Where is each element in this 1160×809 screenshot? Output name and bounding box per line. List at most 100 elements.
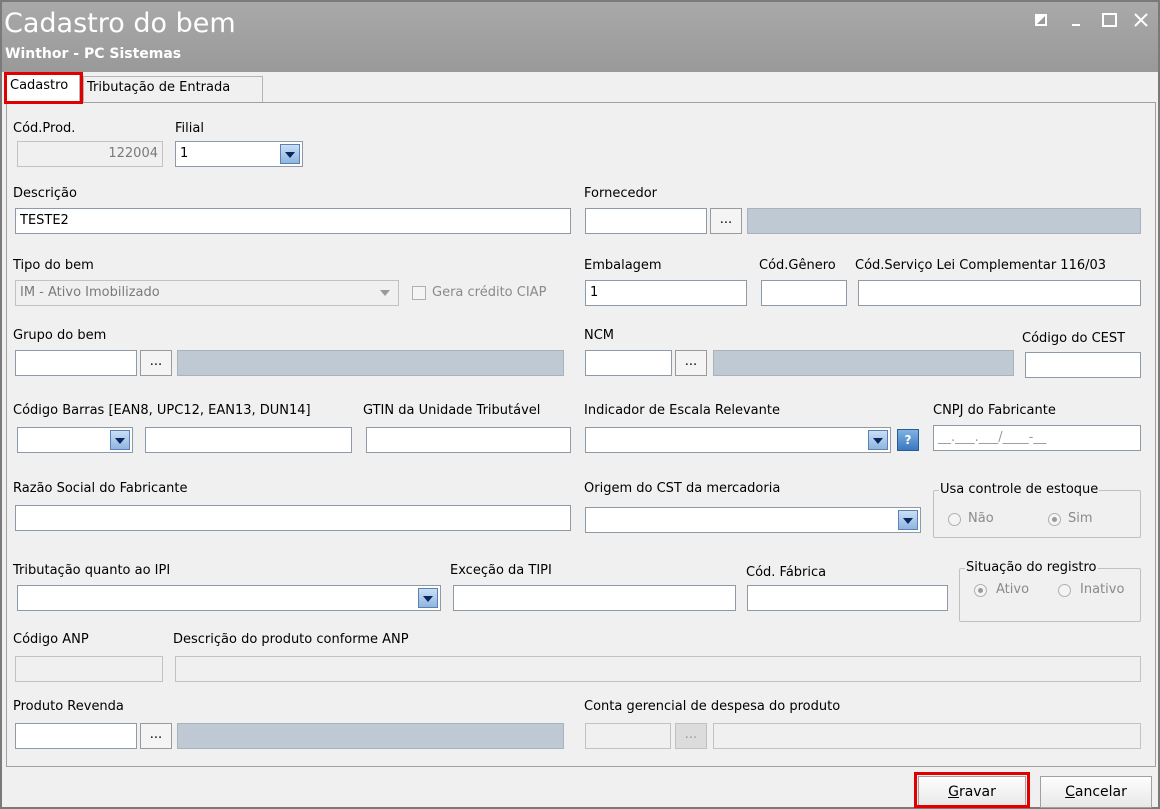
window-title: Cadastro do bem [4,8,236,39]
gravar-label-rest: ravar [958,784,996,800]
origem-cst-label: Origem do CST da mercadoria [584,481,781,496]
gera-credito-label: Gera crédito CIAP [432,285,547,300]
cnpj-fabricante-label: CNPJ do Fabricante [933,403,1056,418]
descricao-input[interactable]: TESTE2 [15,208,571,234]
fornecedor-search-button[interactable]: ... [710,208,742,234]
ncm-description-display [713,350,1014,376]
cod-fabrica-label: Cód. Fábrica [746,565,827,580]
descricao-label: Descrição [13,186,77,201]
title-bar: Cadastro do bem Winthor - PC Sistemas [2,2,1158,72]
cnpj-fabricante-input[interactable]: __.___.___/____-__ [933,425,1141,451]
tab-tributacao-entrada[interactable]: Tributação de Entrada [83,76,263,103]
embalagem-input[interactable]: 1 [585,280,747,306]
ncm-code-input[interactable] [585,350,672,376]
cod-fabrica-input[interactable] [747,585,948,611]
grupo-bem-name-display [177,350,564,376]
embalagem-label: Embalagem [584,258,662,273]
controle-estoque-sim-radio[interactable] [1048,513,1061,526]
cod-servico-label: Cód.Serviço Lei Complementar 116/03 [855,258,1107,273]
origem-cst-select[interactable] [585,507,921,533]
cest-input[interactable] [1025,352,1141,378]
gtin-label: GTIN da Unidade Tributável [363,403,541,418]
situacao-ativo-radio[interactable] [974,584,987,597]
situacao-registro-legend: Situação do registro [965,560,1098,575]
situacao-registro-group: Situação do registro Ativo Inativo [959,560,1141,622]
fornecedor-name-display [747,208,1141,234]
tab-cadastro-label: Cadastro [10,78,69,93]
close-icon[interactable] [1132,12,1150,30]
excecao-tipi-input[interactable] [453,585,736,611]
razao-social-input[interactable] [15,505,571,531]
conta-gerencial-label: Conta gerencial de despesa do produto [584,699,841,714]
codigo-anp-field [15,656,163,682]
tipo-bem-value: IM - Ativo Imobilizado [20,285,160,300]
tipo-bem-select: IM - Ativo Imobilizado [15,280,399,306]
trib-ipi-dropdown-arrow-icon[interactable] [418,588,438,608]
codigo-barras-dropdown-arrow-icon[interactable] [110,430,130,450]
tipo-bem-dropdown-arrow-icon [376,283,396,303]
cadastro-window: Cadastro do bem Winthor - PC Sistemas Ca… [0,0,1160,809]
origem-cst-dropdown-arrow-icon[interactable] [898,510,918,530]
cod-servico-input[interactable] [858,280,1141,306]
tab-cadastro[interactable]: Cadastro [6,74,80,103]
controle-estoque-nao-label: Não [968,511,994,526]
cest-label: Código do CEST [1022,331,1126,346]
produto-revenda-code-input[interactable] [15,723,137,749]
trib-ipi-label: Tributação quanto ao IPI [13,563,171,578]
situacao-inativo-radio[interactable] [1058,584,1071,597]
escala-relevante-label: Indicador de Escala Relevante [584,403,780,418]
escala-relevante-select[interactable] [585,427,891,453]
cancelar-button[interactable]: Cancelar [1040,776,1152,808]
excecao-tipi-label: Exceção da TIPI [450,563,552,578]
filial-select[interactable]: 1 [175,141,303,167]
controle-estoque-nao-radio[interactable] [948,513,961,526]
gravar-button[interactable]: Gravar [918,776,1026,808]
window-subtitle: Winthor - PC Sistemas [5,46,182,62]
grupo-bem-code-input[interactable] [15,350,137,376]
ncm-search-button[interactable]: ... [675,350,707,376]
ncm-label: NCM [584,328,615,343]
help-icon[interactable]: ? [897,429,919,451]
filial-label: Filial [175,121,204,136]
gravar-hotkey: G [948,784,959,800]
conta-gerencial-code-field [585,723,671,749]
controle-estoque-legend: Usa controle de estoque [939,482,1100,497]
fornecedor-code-input[interactable] [585,208,707,234]
tab-tributacao-label: Tributação de Entrada [87,80,231,95]
cod-genero-label: Cód.Gênero [759,258,836,273]
tab-page-cadastro: Cód.Prod. 122004 Filial 1 Descrição TEST… [6,102,1156,767]
codigo-anp-label: Código ANP [13,632,89,647]
controle-estoque-group: Usa controle de estoque Não Sim [933,482,1141,538]
cod-prod-label: Cód.Prod. [13,121,76,136]
grupo-bem-search-button[interactable]: ... [140,350,172,376]
produto-revenda-label: Produto Revenda [13,699,124,714]
produto-revenda-search-button[interactable]: ... [140,723,172,749]
situacao-ativo-label: Ativo [996,582,1030,597]
codigo-barras-input[interactable] [145,427,352,453]
grupo-bem-label: Grupo do bem [13,328,107,343]
produto-revenda-name-display [177,723,564,749]
cancelar-label-rest: ancelar [1074,784,1127,800]
descricao-anp-field [175,656,1141,682]
controle-estoque-sim-label: Sim [1068,511,1093,526]
filial-dropdown-arrow-icon[interactable] [280,144,300,164]
codigo-barras-label: Código Barras [EAN8, UPC12, EAN13, DUN14… [13,403,311,418]
gtin-input[interactable] [366,427,571,453]
codigo-barras-type-select[interactable] [17,427,133,453]
cod-genero-input[interactable] [761,280,847,306]
trib-ipi-select[interactable] [17,585,441,611]
cod-prod-field: 122004 [17,141,163,167]
tipo-bem-label: Tipo do bem [13,258,94,273]
conta-gerencial-search-button: ... [675,723,707,749]
escala-relevante-dropdown-arrow-icon[interactable] [868,430,888,450]
fornecedor-label: Fornecedor [584,186,658,201]
razao-social-label: Razão Social do Fabricante [13,481,188,496]
conta-gerencial-name-display [713,723,1141,749]
restore-icon[interactable] [1032,12,1050,30]
cancelar-hotkey: C [1065,784,1075,800]
descricao-anp-label: Descrição do produto conforme ANP [173,632,409,647]
minimize-icon[interactable] [1068,12,1086,30]
maximize-icon[interactable] [1100,12,1118,30]
filial-value: 1 [180,146,189,161]
gera-credito-checkbox[interactable] [412,286,426,300]
